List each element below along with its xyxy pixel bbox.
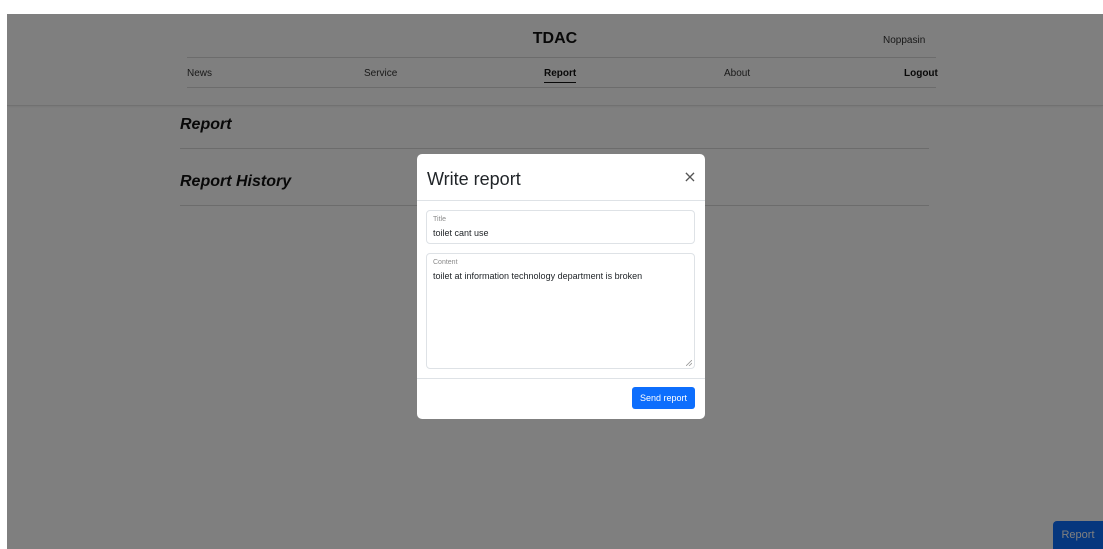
send-report-button[interactable]: Send report bbox=[632, 387, 695, 409]
write-report-modal: Write report × Title toilet cant use Con… bbox=[417, 154, 705, 419]
content-field[interactable]: Content toilet at information technology… bbox=[426, 253, 695, 369]
modal-title: Write report bbox=[427, 169, 521, 189]
resize-grip-icon[interactable] bbox=[686, 360, 692, 366]
modal-footer-divider bbox=[417, 378, 705, 379]
title-field[interactable]: Title toilet cant use bbox=[426, 210, 695, 244]
frame-left bbox=[0, 0, 7, 549]
modal-header-divider bbox=[417, 200, 705, 201]
close-icon[interactable]: × bbox=[681, 167, 699, 187]
frame-top bbox=[0, 0, 1103, 14]
title-field-value[interactable]: toilet cant use bbox=[433, 228, 489, 238]
content-field-label: Content bbox=[433, 259, 458, 266]
title-field-label: Title bbox=[433, 216, 446, 223]
content-field-value[interactable]: toilet at information technology departm… bbox=[433, 271, 642, 281]
